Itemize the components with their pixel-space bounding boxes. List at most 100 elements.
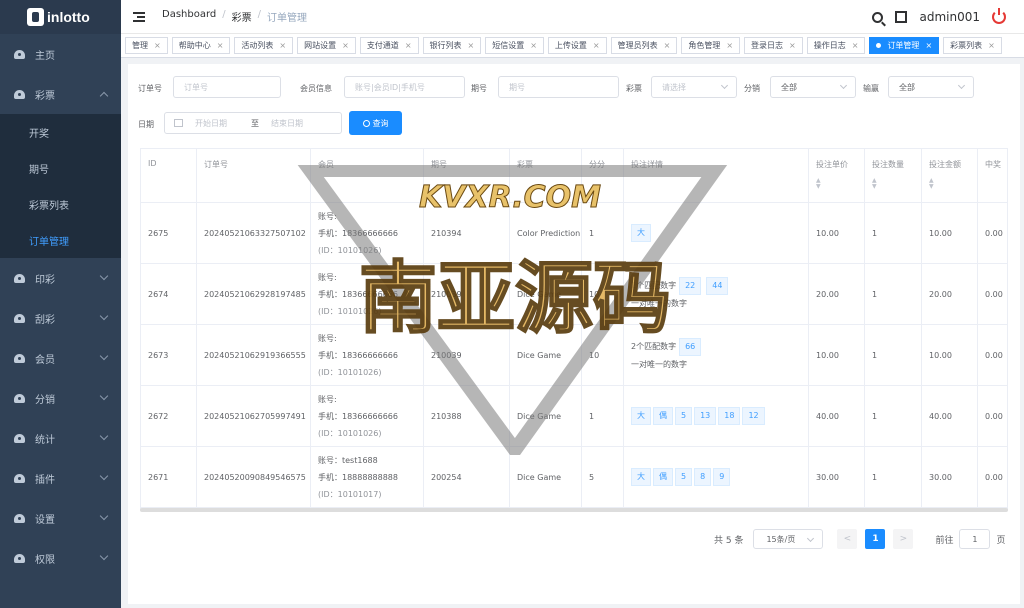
sidebar-item[interactable]: 设置 [0,498,121,538]
sidebar-item[interactable]: 主页 [0,34,121,74]
sidebar-subitem[interactable]: 订单管理 [0,222,121,258]
table-cell: 大偶589 [624,447,809,507]
sidebar-item[interactable]: 印彩 [0,258,121,298]
win-select[interactable]: 全部 [888,76,974,98]
orders-table: ID 订单号 会员 期号 彩票 分分 投注详情 投注单价 ▲ ▼ 投注数量 ▲ ▼ 投注金额 ▲ ▼ 中奖 26… [140,148,1008,510]
close-icon[interactable]: × [342,41,349,50]
table-cell: 账号: 手机：18366666666 (ID：10101026) [311,386,424,446]
hamburger-icon[interactable] [133,11,145,22]
close-icon[interactable]: × [988,41,995,50]
user-name[interactable]: admin001 [919,10,980,24]
close-icon[interactable]: × [852,41,859,50]
lottery-select[interactable]: 请选择 [651,76,737,98]
order-no-input[interactable]: 订单号 [173,76,281,98]
tag-item[interactable]: 网站设置 × [297,37,356,54]
table-scrollbar[interactable] [140,508,1008,512]
table-cell: 1 [865,325,922,385]
logo-icon [27,8,44,26]
tag-item[interactable]: 银行列表 × [422,37,482,54]
filter-order-label: 订单号 [138,84,162,93]
tag-item[interactable]: 支付通道 × [359,37,419,54]
sidebar-item[interactable]: 统计 [0,418,121,458]
tag-item[interactable]: 帮助中心 × [171,37,231,54]
close-icon[interactable]: × [593,41,600,50]
sidebar-item[interactable]: 彩票 [0,74,121,114]
sort-icon[interactable]: ▲ ▼ [872,178,877,190]
sidebar-item[interactable]: 刮彩 [0,298,121,338]
tag-item[interactable]: 登录日志 × [744,37,803,54]
table-cell: 200254 [424,447,510,507]
table-cell: 20.00 [922,264,978,324]
power-icon[interactable] [992,8,1006,24]
sidebar-menu: 主页彩票 开奖 期号 彩票列表 订单管理 印彩 刮彩 会员分销统计 插件 设置 权限 [0,34,121,578]
table-cell: 2674 [141,264,197,324]
sort-icon[interactable]: ▲ ▼ [816,178,821,190]
app-logo[interactable]: inlotto [0,0,121,34]
search-icon[interactable] [872,11,884,23]
sidebar-subitem[interactable]: 期号 [0,150,121,186]
sidebar-subitem[interactable]: 开奖 [0,114,121,150]
tag-item[interactable]: 管理 × [125,37,168,54]
goto-page-input[interactable]: 1 [959,529,991,549]
sidebar-item-label: 分销 [35,394,55,406]
sidebar-item[interactable]: 插件 [0,458,121,498]
date-range-picker[interactable]: 开始日期 至 结束日期 [164,112,342,134]
table-cell: Dice Game [510,386,582,446]
table-cell: 210039 [424,264,510,324]
close-icon[interactable]: × [726,41,733,50]
goto-label: 前往 [935,535,954,546]
sidebar-item-label: 主页 [35,50,55,62]
close-icon[interactable]: × [530,41,537,50]
table-cell: 20240521063327507102 [197,203,311,263]
tag-item[interactable]: 角色管理 × [681,37,741,54]
fullscreen-icon[interactable] [895,11,908,23]
close-icon[interactable]: × [664,41,671,50]
member-input[interactable]: 账号|会员ID|手机号 [344,76,465,98]
sidebar-item[interactable]: 权限 [0,538,121,578]
close-icon[interactable]: × [217,41,224,50]
sidebar-subitem[interactable]: 彩票列表 [0,186,121,222]
search-button[interactable]: 查询 [349,111,402,135]
close-icon[interactable]: × [154,41,161,50]
table-cell: 0.00 [978,264,1007,324]
distribution-select[interactable]: 全部 [770,76,856,98]
close-icon[interactable]: × [468,41,475,50]
app-name: inlotto [47,9,90,25]
chevron-icon [99,311,109,321]
tag-item[interactable]: 操作日志 × [806,37,866,54]
tag-item[interactable]: 活动列表 × [234,37,294,54]
close-icon[interactable]: × [405,41,412,50]
tag-item[interactable]: 短信设置 × [485,37,544,54]
start-date-input[interactable]: 开始日期 [195,118,251,129]
chevron-icon [99,431,109,441]
issue-input[interactable]: 期号 [498,76,619,98]
page-unit: 页 [996,535,1006,546]
tag-item[interactable]: 订单管理 × [869,37,940,54]
table-cell: 20240520090849546575 [197,447,311,507]
chevron-icon [99,391,109,401]
tag-item[interactable]: 管理员列表 × [610,37,678,54]
prev-page-button[interactable]: < [837,529,858,549]
table-cell: 20240521062919366555 [197,325,311,385]
sort-icon[interactable]: ▲ ▼ [929,178,934,190]
column-header: 订单号 [197,149,311,202]
tag-item[interactable]: 上传设置 × [547,37,607,54]
table-cell: Color Prediction [510,203,582,263]
close-icon[interactable]: × [925,41,932,50]
filter-lottery-label: 彩票 [626,84,642,93]
breadcrumb-dashboard[interactable]: Dashboard [162,9,216,24]
next-page-button[interactable]: > [893,529,914,549]
table-cell: 0.00 [978,447,1007,507]
page-size-select[interactable]: 15条/页 [753,529,824,549]
end-date-input[interactable]: 结束日期 [271,118,303,129]
sidebar-item[interactable]: 会员 [0,338,121,378]
close-icon[interactable]: × [789,41,796,50]
close-icon[interactable]: × [279,41,286,50]
column-header: 投注单价 ▲ ▼ [809,149,865,202]
sidebar-item[interactable]: 分销 [0,378,121,418]
table-cell: 0.00 [978,325,1007,385]
tag-item[interactable]: 彩票列表 × [943,37,1002,54]
dashboard-icon [14,353,25,363]
page-1-button[interactable]: 1 [865,529,886,549]
table-cell: 账号: 手机：18366666666 (ID：10101026) [311,203,424,263]
